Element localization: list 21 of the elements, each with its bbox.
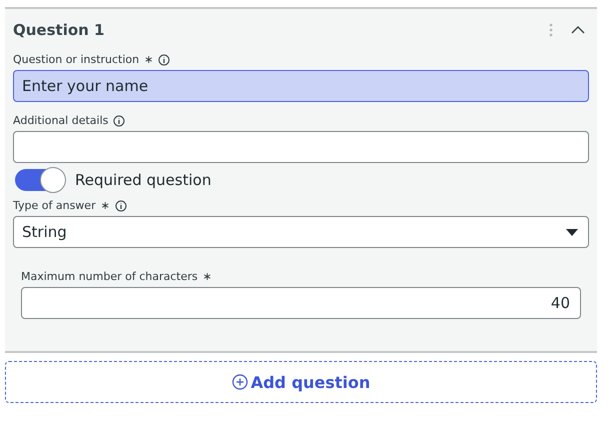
question-title: Question 1 xyxy=(13,21,104,39)
info-icon[interactable] xyxy=(113,114,126,126)
required-mark: ∗ xyxy=(202,270,212,283)
required-mark: ∗ xyxy=(144,53,154,66)
collapse-icon[interactable] xyxy=(571,26,585,34)
toggle-label: Required question xyxy=(75,171,212,189)
add-question-button[interactable]: Add question xyxy=(5,361,597,403)
info-icon[interactable] xyxy=(158,54,170,66)
field-label: Question or instruction xyxy=(13,53,140,66)
input-field[interactable]: 40 xyxy=(21,287,581,319)
required-toggle[interactable] xyxy=(15,169,65,191)
info-icon[interactable] xyxy=(114,200,127,212)
required-mark: ∗ xyxy=(100,199,110,212)
input-field[interactable]: Enter your name xyxy=(13,70,589,102)
plus-circle-icon xyxy=(232,374,248,390)
answer-type-dropdown[interactable]: String xyxy=(13,216,589,248)
input-field[interactable] xyxy=(13,131,589,163)
field-label: Maximum number of characters xyxy=(21,270,198,283)
caret-icon xyxy=(566,228,578,236)
field-label: Type of answer xyxy=(13,199,96,212)
field-label: Additional details xyxy=(13,114,108,127)
